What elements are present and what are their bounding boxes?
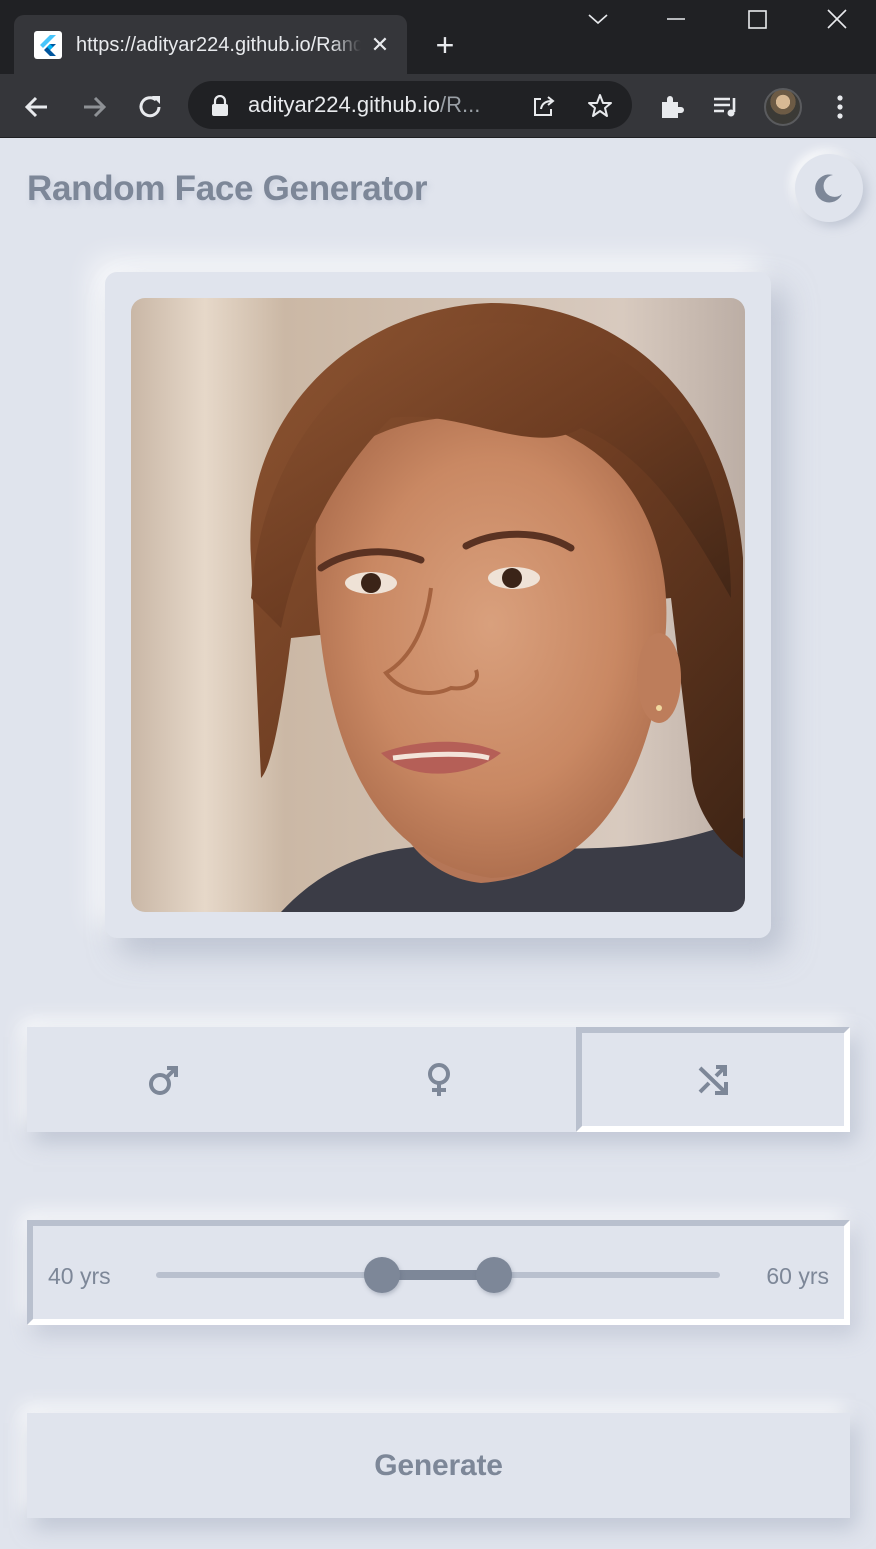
menu-kebab-icon[interactable] <box>825 92 855 122</box>
tab-close-icon[interactable]: ✕ <box>367 32 393 58</box>
app-page: Random Face Generator 40 yrs 60 yrs Gene… <box>0 139 876 1549</box>
generate-button[interactable]: Generate <box>27 1413 850 1518</box>
female-icon <box>427 1062 450 1096</box>
maximize-icon[interactable] <box>737 4 777 34</box>
flutter-favicon-icon <box>34 31 62 59</box>
tab-search-icon[interactable] <box>578 4 618 34</box>
share-icon[interactable] <box>531 93 557 119</box>
page-title: Random Face Generator <box>27 169 428 208</box>
face-image-card <box>105 272 771 938</box>
theme-toggle-button[interactable] <box>795 154 863 222</box>
age-min-label: 40 yrs <box>48 1263 111 1289</box>
bookmark-star-icon[interactable] <box>587 93 613 119</box>
age-slider-low-thumb[interactable] <box>363 1257 400 1293</box>
age-slider-high-thumb[interactable] <box>476 1257 513 1293</box>
browser-toolbar: adityar224.github.io/R... <box>0 74 876 138</box>
gender-option-male[interactable] <box>27 1027 301 1132</box>
close-window-icon[interactable] <box>817 4 857 34</box>
address-bar[interactable]: adityar224.github.io/R... <box>188 81 632 129</box>
url-host: adityar224.github.io <box>248 92 441 117</box>
browser-tab[interactable]: https://adityar224.github.io/Random-Face… <box>14 15 407 74</box>
gender-option-random[interactable] <box>576 1027 850 1132</box>
generated-face-image <box>131 298 745 912</box>
minimize-icon[interactable] <box>656 4 696 34</box>
back-arrow-icon[interactable] <box>20 90 54 124</box>
lock-icon[interactable] <box>210 94 230 117</box>
age-range-control: 40 yrs 60 yrs <box>27 1220 850 1325</box>
reload-icon[interactable] <box>133 90 167 124</box>
url-path: /R... <box>440 92 481 117</box>
new-tab-button[interactable]: + <box>428 29 462 63</box>
browser-tab-strip: https://adityar224.github.io/Random-Face… <box>0 0 876 74</box>
url-text[interactable]: adityar224.github.io/R... <box>248 92 480 118</box>
moon-icon <box>815 174 842 203</box>
forward-arrow-icon[interactable] <box>77 90 111 124</box>
gender-option-female[interactable] <box>301 1027 576 1132</box>
profile-avatar[interactable] <box>764 88 802 126</box>
extensions-icon[interactable] <box>656 92 686 122</box>
age-max-label: 60 yrs <box>766 1263 829 1289</box>
shuffle-icon <box>698 1064 728 1095</box>
tab-title: https://adityar224.github.io/Random-Face… <box>76 32 361 58</box>
media-queue-icon[interactable] <box>711 92 741 122</box>
male-icon <box>149 1065 178 1095</box>
gender-selector <box>27 1027 850 1132</box>
